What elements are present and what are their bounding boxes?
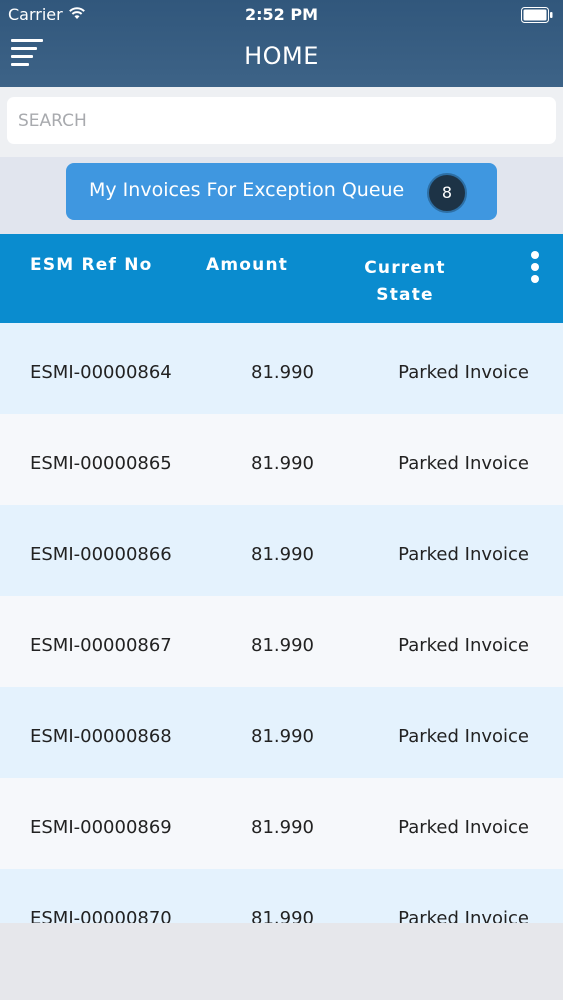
more-options-icon[interactable] — [525, 251, 545, 283]
queue-section: My Invoices For Exception Queue 8 — [0, 157, 563, 234]
table-row[interactable]: ESMI-00000865 81.990 Parked Invoice — [0, 414, 563, 505]
row-state: Parked Invoice — [398, 362, 529, 383]
row-state: Parked Invoice — [398, 726, 529, 747]
row-ref-no: ESMI-00000870 — [30, 908, 172, 923]
table-row[interactable]: ESMI-00000870 81.990 Parked Invoice — [0, 869, 563, 923]
battery-icon — [521, 7, 553, 23]
row-amount: 81.990 — [251, 544, 314, 565]
row-state: Parked Invoice — [398, 908, 529, 923]
row-ref-no: ESMI-00000869 — [30, 817, 172, 838]
exception-queue-button[interactable]: My Invoices For Exception Queue 8 — [66, 163, 497, 220]
table-row[interactable]: ESMI-00000867 81.990 Parked Invoice — [0, 596, 563, 687]
clock: 2:52 PM — [244, 5, 318, 24]
row-ref-no: ESMI-00000868 — [30, 726, 172, 747]
row-amount: 81.990 — [251, 453, 314, 474]
row-ref-no: ESMI-00000866 — [30, 544, 172, 565]
table-row[interactable]: ESMI-00000864 81.990 Parked Invoice — [0, 323, 563, 414]
row-amount: 81.990 — [251, 726, 314, 747]
table-row[interactable]: ESMI-00000869 81.990 Parked Invoice — [0, 778, 563, 869]
queue-count-badge: 8 — [427, 173, 467, 213]
table-row[interactable]: ESMI-00000868 81.990 Parked Invoice — [0, 687, 563, 778]
app-header: Carrier 2:52 PM HOME — [0, 0, 563, 87]
table-row[interactable]: ESMI-00000866 81.990 Parked Invoice — [0, 505, 563, 596]
row-amount: 81.990 — [251, 817, 314, 838]
queue-button-label: My Invoices For Exception Queue — [89, 179, 405, 201]
row-amount: 81.990 — [251, 908, 314, 923]
bottom-bar — [0, 923, 563, 1000]
row-state: Parked Invoice — [398, 453, 529, 474]
row-state: Parked Invoice — [398, 544, 529, 565]
column-header-amount[interactable]: Amount — [206, 255, 288, 275]
row-state: Parked Invoice — [398, 635, 529, 656]
search-bar — [0, 87, 563, 157]
table-header: ESM Ref No Amount Current State — [0, 234, 563, 323]
row-ref-no: ESMI-00000864 — [30, 362, 172, 383]
column-header-state[interactable]: Current State — [340, 255, 470, 309]
page-title: HOME — [244, 42, 319, 70]
row-amount: 81.990 — [251, 635, 314, 656]
invoice-list: ESMI-00000864 81.990 Parked Invoice ESMI… — [0, 323, 563, 923]
status-bar: Carrier 2:52 PM — [0, 0, 563, 30]
row-state: Parked Invoice — [398, 817, 529, 838]
row-amount: 81.990 — [251, 362, 314, 383]
column-header-ref[interactable]: ESM Ref No — [30, 255, 153, 275]
search-input[interactable] — [7, 97, 556, 144]
row-ref-no: ESMI-00000865 — [30, 453, 172, 474]
row-ref-no: ESMI-00000867 — [30, 635, 172, 656]
